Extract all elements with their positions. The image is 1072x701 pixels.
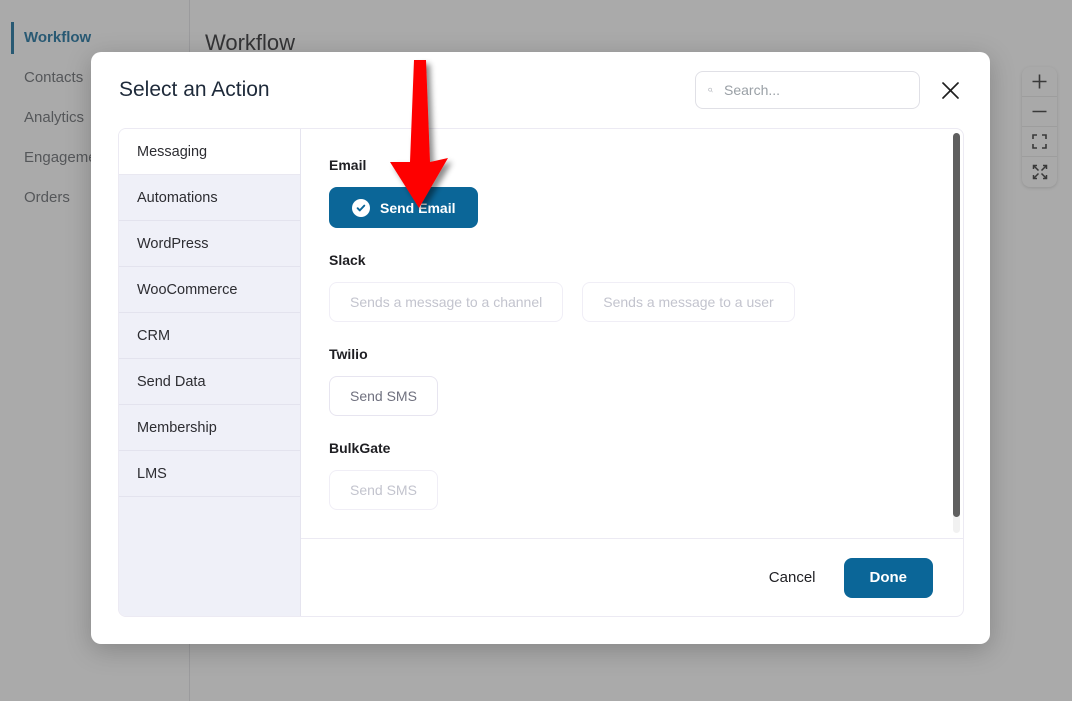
tab-label: Membership (137, 420, 217, 436)
action-label: Send SMS (350, 482, 417, 498)
slack-send-user-action-button[interactable]: Sends a message to a user (582, 282, 795, 322)
tab-crm[interactable]: CRM (119, 313, 300, 359)
bulkgate-send-sms-action-button[interactable]: Send SMS (329, 470, 438, 510)
slack-send-channel-action-button[interactable]: Sends a message to a channel (329, 282, 564, 322)
tab-woocommerce[interactable]: WooCommerce (119, 267, 300, 313)
tab-label: Automations (137, 190, 218, 206)
tab-label: LMS (137, 466, 167, 482)
action-label: Send SMS (350, 388, 417, 404)
check-circle-icon (352, 198, 370, 217)
action-row: Send SMS (329, 470, 963, 510)
done-button[interactable]: Done (843, 557, 933, 598)
action-row: Send SMS (329, 376, 963, 416)
action-label: Send Email (380, 199, 456, 216)
tab-wordpress[interactable]: WordPress (119, 221, 300, 267)
group-label: Email (329, 157, 367, 173)
tab-membership[interactable]: Membership (119, 405, 300, 451)
action-row: Sends a message to a channel Sends a mes… (329, 282, 963, 322)
group-label: BulkGate (329, 440, 391, 456)
action-label: Sends a message to a user (603, 294, 774, 310)
action-group-email: Email Send Email (329, 157, 963, 228)
search-input[interactable] (722, 81, 907, 99)
action-group-twilio: Twilio Send SMS (329, 346, 963, 416)
action-group-bulkgate: BulkGate Send SMS (329, 440, 963, 510)
close-button[interactable] (938, 78, 962, 102)
tab-label: WordPress (137, 236, 209, 252)
tab-send-data[interactable]: Send Data (119, 359, 300, 405)
close-icon (941, 81, 959, 99)
tab-label: WooCommerce (137, 282, 238, 298)
modal-body: Messaging Automations WordPress WooComme… (118, 128, 964, 617)
category-tab-list: Messaging Automations WordPress WooComme… (119, 129, 301, 616)
tab-automations[interactable]: Automations (119, 175, 300, 221)
cancel-button[interactable]: Cancel (763, 568, 822, 587)
tab-label: CRM (137, 328, 171, 344)
modal-header: Select an Action (91, 52, 990, 128)
action-panel: Email Send Email Slack Sends a message t… (301, 129, 963, 616)
select-action-modal: Select an Action Messaging (91, 52, 990, 644)
action-scroll-area: Email Send Email Slack Sends a message t… (301, 129, 963, 538)
tab-messaging[interactable]: Messaging (119, 129, 300, 175)
tab-label: Messaging (137, 144, 208, 160)
action-row: Send Email (329, 187, 963, 228)
modal-title: Select an Action (119, 78, 270, 101)
search-box[interactable] (695, 71, 920, 109)
scrollbar-thumb[interactable] (953, 133, 960, 517)
scrollbar-track[interactable] (953, 133, 960, 533)
action-group-slack: Slack Sends a message to a channel Sends… (329, 252, 963, 322)
modal-footer: Cancel Done (301, 538, 963, 616)
modal-header-actions (695, 71, 962, 109)
tab-label: Send Data (137, 374, 206, 390)
search-icon (708, 87, 713, 93)
twilio-send-sms-action-button[interactable]: Send SMS (329, 376, 438, 416)
action-label: Sends a message to a channel (350, 294, 543, 310)
tab-lms[interactable]: LMS (119, 451, 300, 497)
send-email-action-button[interactable]: Send Email (329, 187, 479, 228)
group-label: Twilio (329, 346, 368, 362)
group-label: Slack (329, 252, 366, 268)
